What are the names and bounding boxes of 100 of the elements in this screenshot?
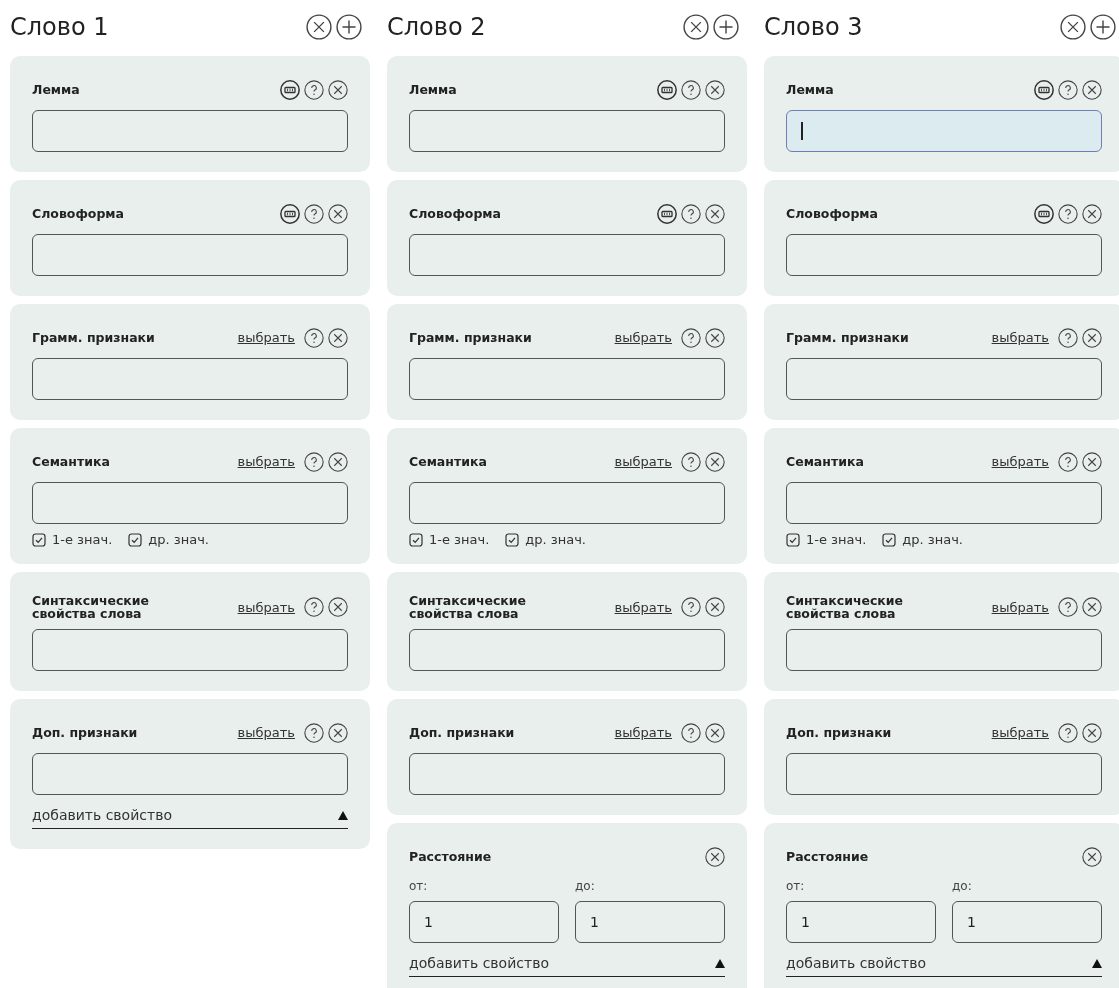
help-icon[interactable] bbox=[1058, 723, 1078, 743]
help-icon[interactable] bbox=[304, 328, 324, 348]
select-link[interactable]: выбрать bbox=[614, 452, 672, 472]
help-icon[interactable] bbox=[681, 452, 701, 472]
keyboard-icon[interactable] bbox=[657, 204, 677, 224]
select-link[interactable]: выбрать bbox=[237, 452, 295, 472]
keyboard-icon[interactable] bbox=[1034, 204, 1054, 224]
select-link[interactable]: выбрать bbox=[991, 452, 1049, 472]
number-field[interactable]: 1 bbox=[575, 901, 725, 943]
field-label: Семантика bbox=[786, 455, 865, 469]
close-icon[interactable] bbox=[705, 328, 725, 348]
number-field[interactable]: 1 bbox=[952, 901, 1102, 943]
input-field[interactable] bbox=[786, 482, 1102, 524]
select-link[interactable]: выбрать bbox=[991, 328, 1049, 348]
close-icon[interactable] bbox=[705, 847, 725, 867]
help-icon[interactable] bbox=[1058, 328, 1078, 348]
close-icon[interactable] bbox=[705, 80, 725, 100]
range-label: до: bbox=[575, 878, 596, 895]
add-property-dropdown[interactable]: добавить свойство bbox=[786, 953, 1102, 977]
add-icon[interactable] bbox=[336, 14, 362, 40]
help-icon[interactable] bbox=[681, 204, 701, 224]
add-property-dropdown[interactable]: добавить свойство bbox=[409, 953, 725, 977]
checkbox[interactable] bbox=[32, 532, 46, 547]
checkbox[interactable] bbox=[505, 532, 520, 547]
help-icon[interactable] bbox=[304, 597, 324, 618]
field-label: Грамм. признаки bbox=[786, 331, 910, 345]
close-icon[interactable] bbox=[705, 723, 725, 743]
keyboard-icon[interactable] bbox=[657, 80, 677, 100]
help-icon[interactable] bbox=[681, 723, 701, 743]
close-icon[interactable] bbox=[705, 204, 725, 224]
select-link[interactable]: выбрать bbox=[614, 723, 672, 743]
checkbox[interactable] bbox=[882, 532, 897, 547]
help-icon[interactable] bbox=[1058, 597, 1078, 618]
keyboard-icon[interactable] bbox=[1034, 80, 1054, 100]
help-icon[interactable] bbox=[681, 80, 701, 100]
checkbox[interactable] bbox=[786, 532, 800, 547]
close-icon[interactable] bbox=[328, 80, 348, 100]
number-field[interactable]: 1 bbox=[409, 901, 559, 943]
close-icon[interactable] bbox=[1082, 723, 1102, 743]
number-field[interactable]: 1 bbox=[786, 901, 936, 943]
help-icon[interactable] bbox=[304, 452, 324, 472]
field-label: Синтаксические свойства слова bbox=[786, 593, 905, 621]
checkbox[interactable] bbox=[409, 532, 423, 547]
input-field[interactable] bbox=[409, 358, 725, 400]
field-label: Доп. признаки bbox=[786, 726, 893, 740]
close-icon[interactable] bbox=[683, 14, 709, 40]
close-icon[interactable] bbox=[1082, 80, 1102, 100]
input-field[interactable] bbox=[32, 358, 348, 400]
input-field[interactable] bbox=[32, 234, 348, 276]
checkbox-label: 1-е знач. bbox=[52, 531, 113, 549]
input-field[interactable] bbox=[409, 234, 725, 276]
help-icon[interactable] bbox=[304, 80, 324, 100]
keyboard-icon[interactable] bbox=[280, 80, 300, 100]
help-icon[interactable] bbox=[1058, 204, 1078, 224]
select-link[interactable]: выбрать bbox=[991, 597, 1049, 617]
close-icon[interactable] bbox=[1082, 328, 1102, 348]
help-icon[interactable] bbox=[681, 597, 701, 618]
input-field[interactable] bbox=[786, 358, 1102, 400]
close-icon[interactable] bbox=[705, 452, 725, 472]
close-icon[interactable] bbox=[328, 452, 348, 472]
add-icon[interactable] bbox=[1090, 14, 1116, 40]
input-field[interactable] bbox=[786, 629, 1102, 671]
help-icon[interactable] bbox=[1058, 80, 1078, 100]
help-icon[interactable] bbox=[304, 204, 324, 224]
keyboard-icon[interactable] bbox=[280, 204, 300, 224]
help-icon[interactable] bbox=[304, 723, 324, 743]
help-icon[interactable] bbox=[1058, 452, 1078, 472]
close-icon[interactable] bbox=[328, 328, 348, 348]
input-field[interactable] bbox=[32, 629, 348, 671]
help-icon[interactable] bbox=[681, 328, 701, 348]
add-icon[interactable] bbox=[713, 14, 739, 40]
input-field[interactable] bbox=[32, 753, 348, 795]
close-icon[interactable] bbox=[1060, 14, 1086, 40]
input-field[interactable] bbox=[409, 629, 725, 671]
range-label: до: bbox=[952, 878, 973, 895]
close-icon[interactable] bbox=[306, 14, 332, 40]
add-property-dropdown[interactable]: добавить свойство bbox=[32, 805, 348, 829]
input-field[interactable] bbox=[409, 110, 725, 152]
checkbox[interactable] bbox=[128, 532, 143, 547]
select-link[interactable]: выбрать bbox=[614, 328, 672, 348]
close-icon[interactable] bbox=[705, 597, 725, 618]
input-field[interactable] bbox=[32, 482, 348, 524]
select-link[interactable]: выбрать bbox=[237, 328, 295, 348]
close-icon[interactable] bbox=[1082, 847, 1102, 867]
close-icon[interactable] bbox=[1082, 204, 1102, 224]
input-field[interactable] bbox=[32, 110, 348, 152]
input-field[interactable] bbox=[786, 234, 1102, 276]
close-icon[interactable] bbox=[1082, 597, 1102, 618]
close-icon[interactable] bbox=[328, 204, 348, 224]
select-link[interactable]: выбрать bbox=[237, 597, 295, 617]
select-link[interactable]: выбрать bbox=[237, 723, 295, 743]
close-icon[interactable] bbox=[1082, 452, 1102, 472]
select-link[interactable]: выбрать bbox=[614, 597, 672, 617]
close-icon[interactable] bbox=[328, 597, 348, 618]
select-link[interactable]: выбрать bbox=[991, 723, 1049, 743]
close-icon[interactable] bbox=[328, 723, 348, 743]
input-field[interactable] bbox=[409, 482, 725, 524]
input-field[interactable] bbox=[786, 753, 1102, 795]
input-field[interactable] bbox=[409, 753, 725, 795]
input-field[interactable] bbox=[786, 110, 1102, 152]
